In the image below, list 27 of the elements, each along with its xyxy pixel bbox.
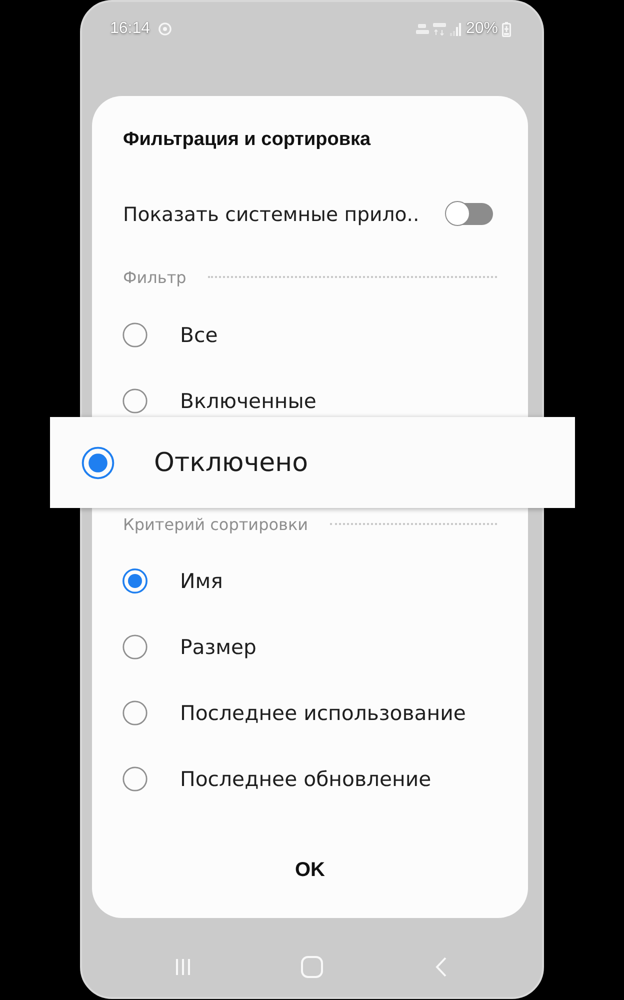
- clock-time: 16:14: [110, 20, 150, 38]
- radio-button[interactable]: [122, 322, 148, 348]
- option-label: Все: [180, 323, 218, 347]
- option-label: Включенные: [180, 389, 316, 413]
- radio-button[interactable]: [81, 446, 115, 480]
- radio-button[interactable]: [122, 568, 148, 594]
- radio-button[interactable]: [122, 634, 148, 660]
- ring-icon: [158, 22, 172, 36]
- radio-button[interactable]: [122, 388, 148, 414]
- network-status-icon: [416, 22, 429, 36]
- toggle-label: Показать системные прило..: [123, 202, 420, 226]
- toggle-switch[interactable]: [445, 201, 493, 227]
- option-label: Имя: [180, 569, 223, 593]
- option-label: Последнее использование: [180, 701, 466, 725]
- ok-button[interactable]: OK: [285, 852, 335, 888]
- option-label: Отключено: [154, 448, 308, 478]
- battery-percent: 20%: [466, 20, 498, 38]
- signal-icon: [450, 22, 462, 36]
- dialog-title: Фильтрация и сортировка: [123, 129, 371, 151]
- section-heading: Критерий сортировки: [123, 514, 308, 534]
- radio-button[interactable]: [122, 766, 148, 792]
- mobile-data-icon: [432, 22, 446, 36]
- option-label: Последнее обновление: [180, 767, 432, 791]
- radio-button[interactable]: [122, 700, 148, 726]
- option-label: Размер: [180, 635, 257, 659]
- battery-charging-icon: [502, 22, 511, 36]
- section-heading: Фильтр: [123, 268, 186, 286]
